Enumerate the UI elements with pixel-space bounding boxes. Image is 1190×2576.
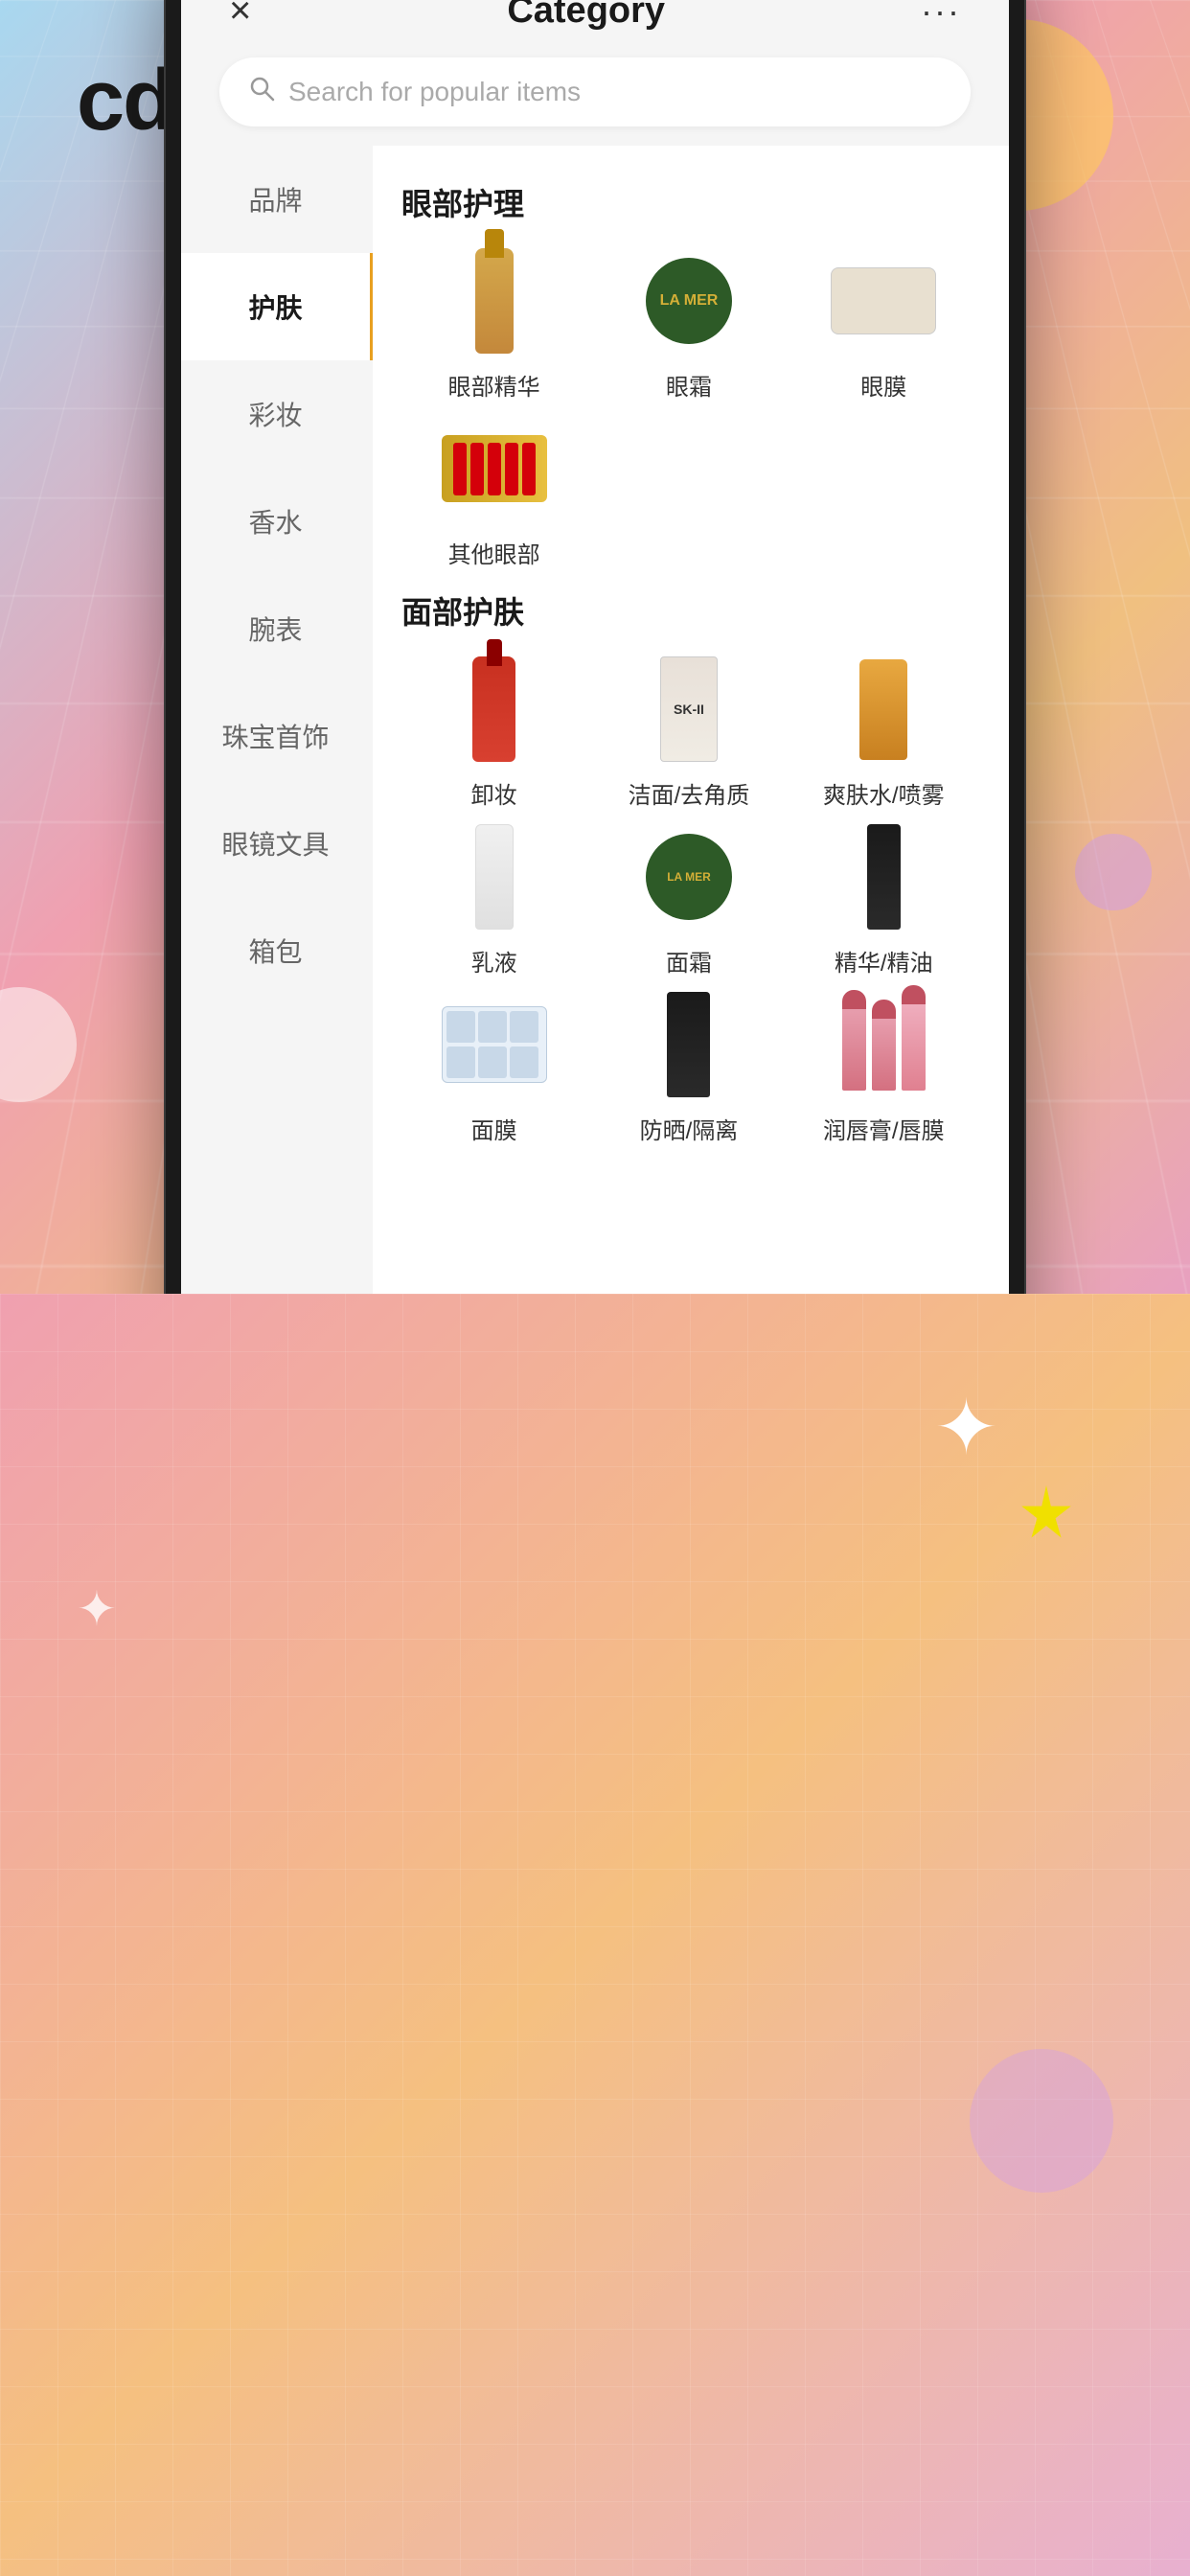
face-wash-visual: SK-II	[660, 656, 718, 762]
product-lip-balm[interactable]: 润唇膏/唇膜	[791, 987, 976, 1145]
product-sunscreen[interactable]: 防晒/隔离	[596, 987, 781, 1145]
section-title-eye-care: 眼部护理	[401, 180, 980, 224]
sparkle-star2: ✦	[77, 1581, 117, 1637]
product-mask-sheet-img	[437, 987, 552, 1102]
sidebar-item-yanjingwenju[interactable]: 眼镜文具	[181, 790, 373, 897]
product-lip-balm-label: 润唇膏/唇膜	[823, 1112, 945, 1145]
sidebar-item-caizhuang[interactable]: 彩妆	[181, 360, 373, 468]
eye-mask-visual	[831, 267, 936, 334]
product-face-cream[interactable]: LA MER 面霜	[596, 819, 781, 978]
product-sunscreen-label: 防晒/隔离	[640, 1112, 739, 1145]
search-placeholder: Search for popular items	[288, 77, 581, 107]
product-other-eye-label: 其他眼部	[448, 536, 540, 569]
bottom-decorative-area: ✦ ✦	[0, 1294, 1190, 2576]
content-area: 品牌 护肤 彩妆 香水	[181, 146, 1009, 1294]
page-wrapper: cdf 中免 集团 ក្រុមហ៊ុន ជាយណចកា ស្វ័យព្រៃ ស្…	[0, 0, 1190, 2576]
product-toner-img	[826, 652, 941, 767]
product-sunscreen-img	[631, 987, 746, 1102]
cleanser-visual	[472, 656, 515, 762]
phone-inner: × Category ··· S	[181, 0, 1009, 1294]
essence-visual	[867, 824, 901, 930]
product-eye-mask[interactable]: 眼膜	[791, 243, 976, 402]
eye-care-grid: 眼部精华 LA MER 眼霜	[401, 243, 980, 569]
sunscreen-visual	[667, 992, 710, 1097]
product-other-eye[interactable]: 其他眼部	[401, 411, 586, 569]
product-eye-mask-img	[826, 243, 941, 358]
search-bar[interactable]: Search for popular items	[219, 58, 971, 126]
product-face-cream-label: 面霜	[666, 944, 712, 978]
background-area: cdf 中免 集团 ក្រុមហ៊ុន ជាយណចកា ស្វ័យព្រៃ ស្…	[0, 0, 1190, 1294]
product-face-cream-img: LA MER	[631, 819, 746, 934]
eye-serum-visual	[475, 248, 514, 354]
face-care-grid: 卸妆 SK-II 洁面/去角质	[401, 652, 980, 1145]
toner-visual	[859, 659, 907, 760]
product-lotion-img	[437, 819, 552, 934]
sparkle-star1: ✦	[934, 1390, 998, 1466]
app-screen: × Category ··· S	[181, 0, 1009, 1294]
product-eye-cream-img: LA MER	[631, 243, 746, 358]
product-face-wash[interactable]: SK-II 洁面/去角质	[596, 652, 781, 810]
product-lotion[interactable]: 乳液	[401, 819, 586, 978]
decoration-blob2	[0, 987, 77, 1102]
product-essence-img	[826, 819, 941, 934]
product-cleanser-img	[437, 652, 552, 767]
product-lip-balm-img	[826, 987, 941, 1102]
sidebar-item-waobiao[interactable]: 腕表	[181, 575, 373, 682]
more-button[interactable]: ···	[921, 0, 961, 32]
product-mask-sheet-label: 面膜	[471, 1112, 517, 1145]
other-eye-visual	[442, 435, 547, 502]
top-bar: × Category ···	[181, 0, 1009, 42]
sidebar-item-xiangbao[interactable]: 箱包	[181, 897, 373, 1004]
product-essence[interactable]: 精华/精油	[791, 819, 976, 978]
close-button[interactable]: ×	[229, 0, 251, 33]
sidebar-item-xiangshui[interactable]: 香水	[181, 468, 373, 575]
sidebar-item-zhubaoshouji[interactable]: 珠宝首饰	[181, 682, 373, 790]
phone-outer: × Category ··· S	[164, 0, 1026, 1294]
product-face-wash-img: SK-II	[631, 652, 746, 767]
mask-sheet-visual	[442, 1006, 547, 1083]
product-cleanser-label: 卸妆	[471, 776, 517, 810]
product-face-wash-label: 洁面/去角质	[629, 776, 750, 810]
sidebar-item-pinpai[interactable]: 品牌	[181, 146, 373, 253]
product-eye-serum-label: 眼部精华	[448, 368, 540, 402]
main-product-content: 眼部护理 眼部精华	[373, 146, 1009, 1294]
lip-balm-visual	[842, 1000, 926, 1091]
eye-cream-visual: LA MER	[646, 258, 732, 344]
product-mask-sheet[interactable]: 面膜	[401, 987, 586, 1145]
product-toner[interactable]: 爽肤水/喷雾	[791, 652, 976, 810]
lotion-visual	[475, 824, 514, 930]
product-eye-cream-label: 眼霜	[666, 368, 712, 402]
product-essence-label: 精华/精油	[835, 944, 933, 978]
sidebar: 品牌 护肤 彩妆 香水	[181, 146, 373, 1294]
decoration-blob3	[1075, 834, 1152, 910]
product-eye-serum[interactable]: 眼部精华	[401, 243, 586, 402]
product-cleanser[interactable]: 卸妆	[401, 652, 586, 810]
page-title: Category	[507, 0, 665, 32]
face-cream-visual: LA MER	[646, 834, 732, 920]
product-other-eye-img	[437, 411, 552, 526]
search-icon	[248, 75, 275, 109]
section-title-face-care: 面部护肤	[401, 588, 980, 632]
product-eye-cream[interactable]: LA MER 眼霜	[596, 243, 781, 402]
product-toner-label: 爽肤水/喷雾	[823, 776, 945, 810]
decoration-circle	[970, 2049, 1113, 2193]
product-eye-mask-label: 眼膜	[860, 368, 906, 402]
sidebar-item-hufu[interactable]: 护肤	[181, 253, 373, 360]
sparkle-gold	[1018, 1485, 1075, 1543]
product-eye-serum-img	[437, 243, 552, 358]
product-lotion-label: 乳液	[471, 944, 517, 978]
phone-container: × Category ··· S	[164, 0, 1026, 1294]
